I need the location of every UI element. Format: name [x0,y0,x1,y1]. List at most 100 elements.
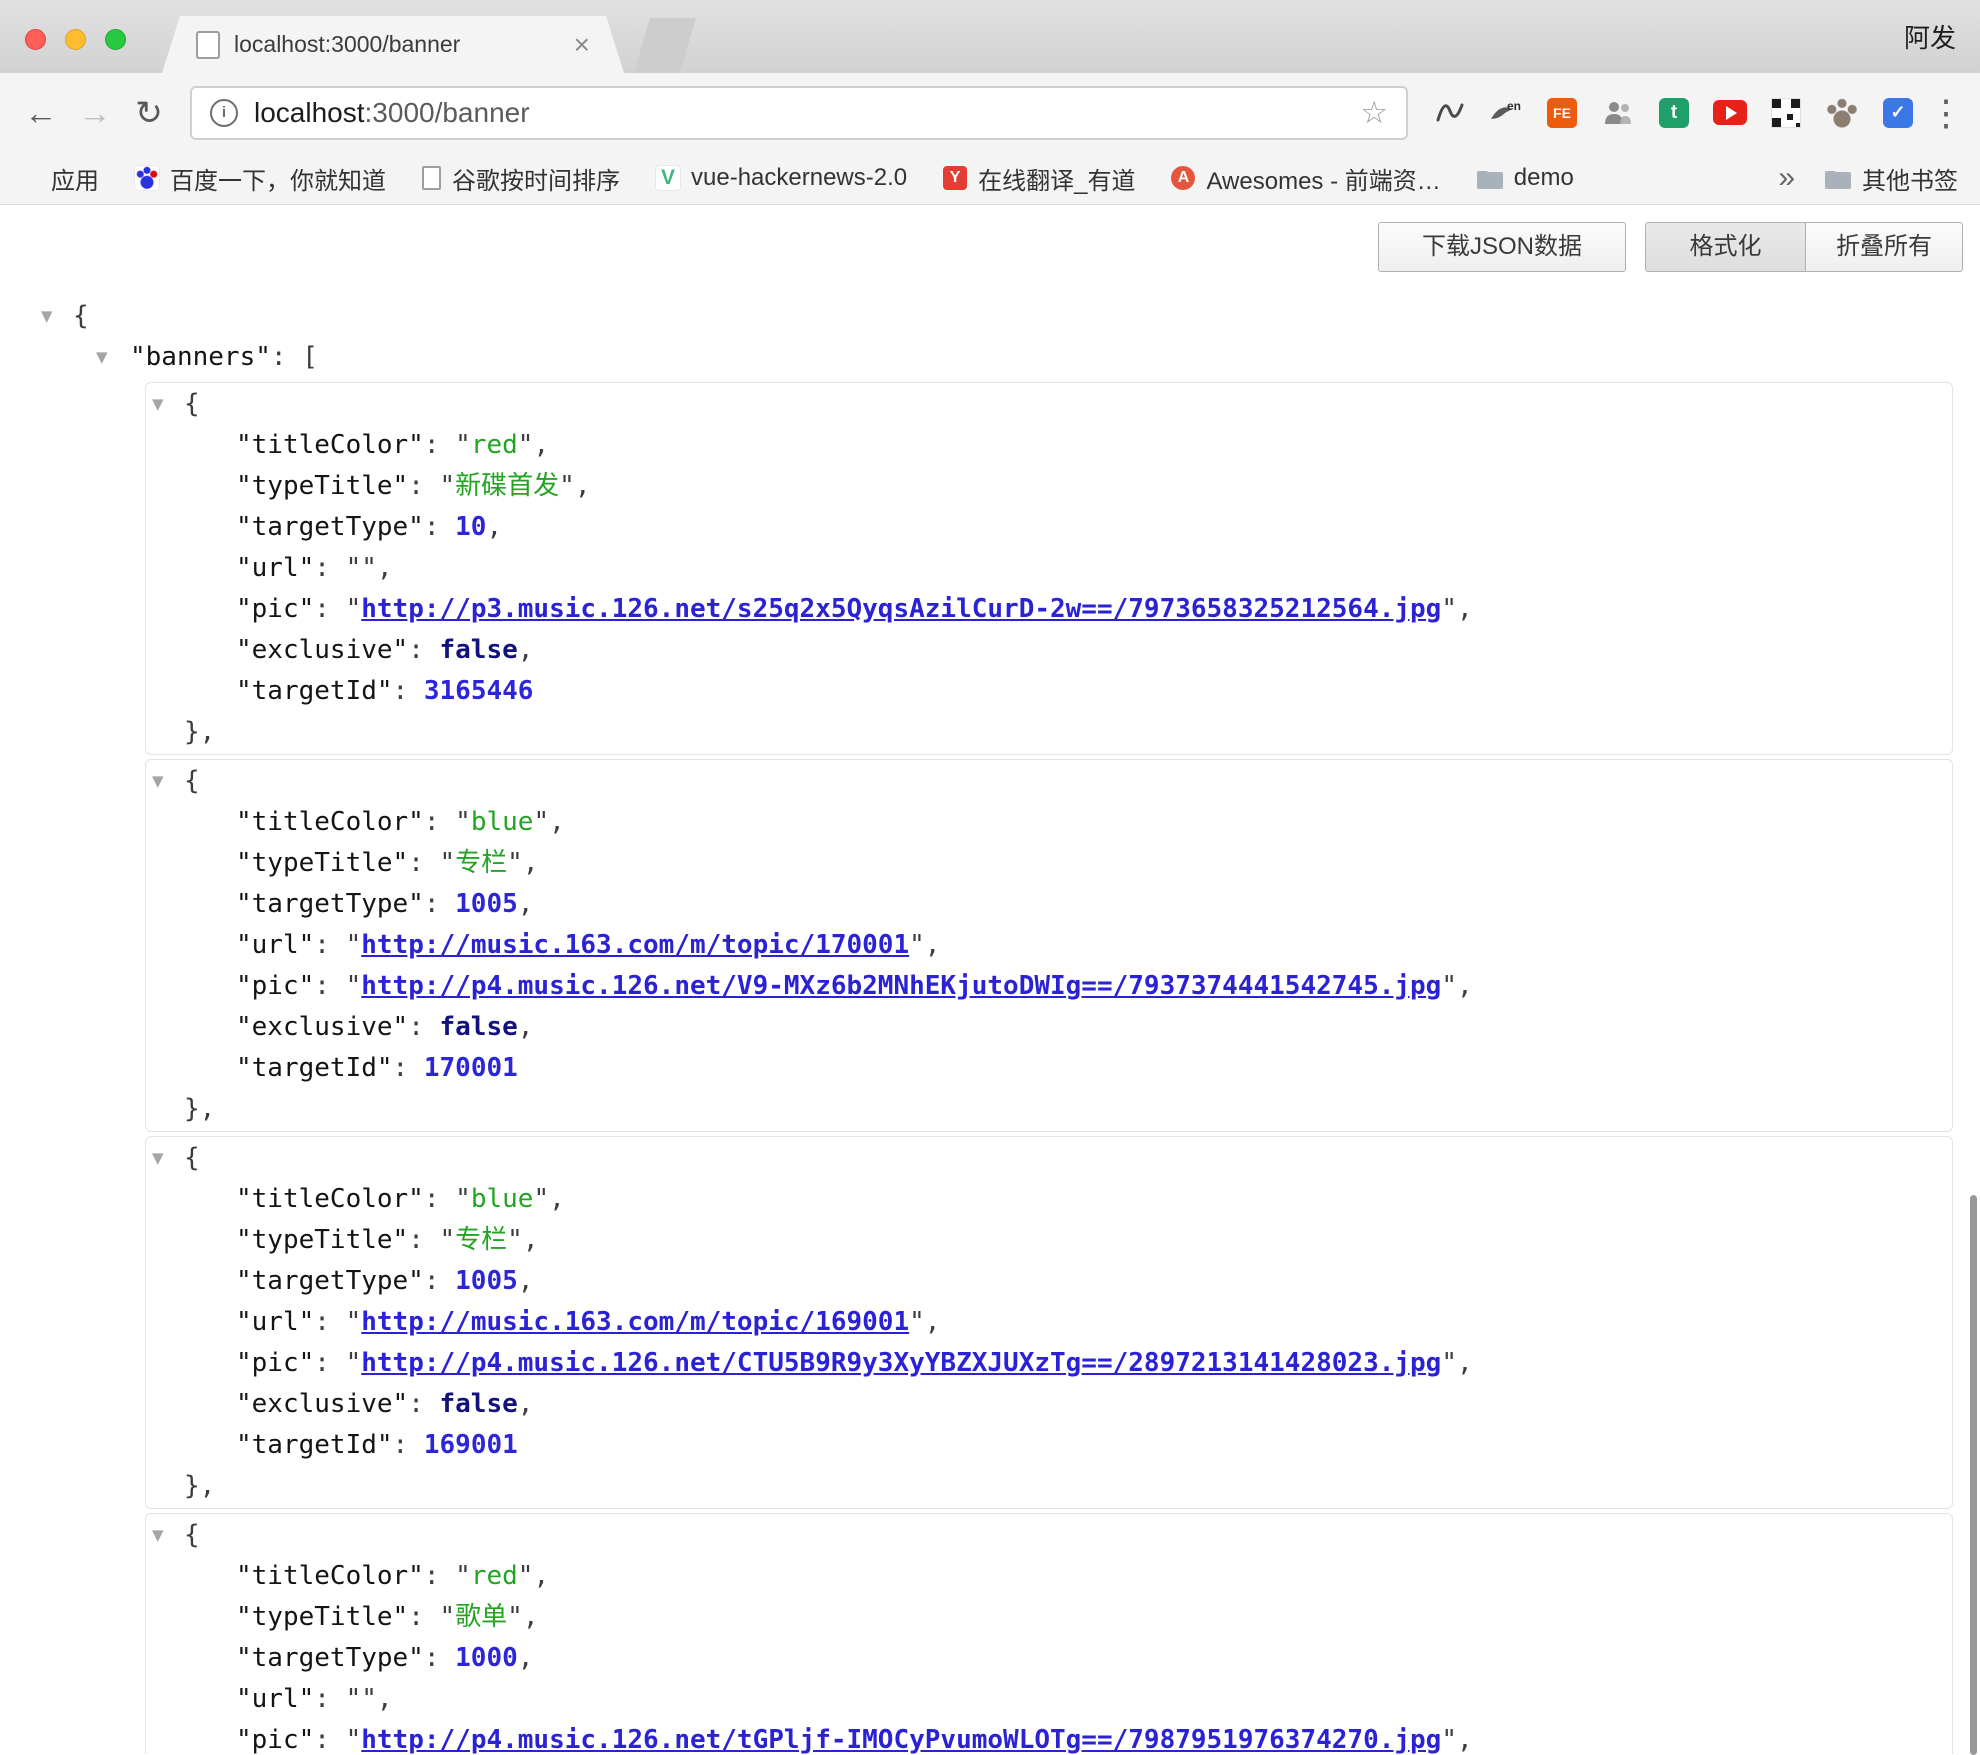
url-text: localhost:3000/banner [254,97,530,129]
json-url-link[interactable]: http://music.163.com/m/topic/169001 [361,1307,909,1337]
json-line: "typeTitle": "专栏", [146,843,1952,884]
json-url-link[interactable]: http://p3.music.126.net/s25q2x5QyqsAzilC… [361,594,1441,624]
qr-code-icon[interactable] [1758,86,1814,140]
json-key: "targetId" [236,1053,393,1083]
bookmark-star-icon[interactable]: ☆ [1360,95,1388,131]
json-line: "exclusive": false, [146,1007,1952,1048]
json-key: "targetType" [236,1266,424,1296]
bookmark-item[interactable]: Y在线翻译_有道 [943,161,1135,196]
pen-squiggle-icon[interactable] [1422,86,1478,140]
json-key: "url" [236,1684,314,1714]
json-string-value: 新碟首发 [455,471,559,501]
bookmark-item[interactable]: 谷歌按时间排序 [422,161,620,196]
paw-icon-art [1827,98,1857,128]
collapse-toggle-icon[interactable]: ▼ [41,296,53,337]
json-key: "titleColor" [236,1561,424,1591]
json-punctuation: , [523,848,539,878]
bookmarks-overflow-icon[interactable]: » [1778,161,1795,195]
json-punctuation: { [73,301,89,331]
other-bookmarks-folder[interactable]: 其他书签 [1825,161,1958,196]
bookmark-item[interactable]: 百度一下，你就知道 [135,161,386,196]
json-url-link[interactable]: http://p4.music.126.net/V9-MXz6b2MNhEKju… [361,971,1441,1001]
forward-button[interactable]: → [68,86,122,140]
json-key: "targetType" [236,512,424,542]
json-line: "titleColor": "blue", [146,1179,1952,1220]
json-punctuation: " [440,1225,456,1255]
new-tab-button[interactable] [634,18,696,73]
browser-tab[interactable]: localhost:3000/banner × [162,16,624,73]
json-url-link[interactable]: http://p4.music.126.net/CTU5B9R9y3XyYBZX… [361,1348,1441,1378]
json-number-value: 1005 [455,1266,518,1296]
json-punctuation: " [1441,1348,1457,1378]
json-punctuation: : [408,635,439,665]
collapse-toggle-icon[interactable]: ▼ [152,384,164,425]
youtube-icon[interactable] [1702,86,1758,140]
reload-button[interactable]: ↻ [122,86,176,140]
json-object-card: ▼{"titleColor": "blue","typeTitle": "专栏"… [145,759,1953,1132]
collapse-toggle-icon[interactable]: ▼ [152,1515,164,1556]
check-badge-icon[interactable]: ✓ [1870,86,1926,140]
back-button[interactable]: ← [14,86,68,140]
fe-icon[interactable]: FE [1534,86,1590,140]
download-json-button[interactable]: 下载JSON数据 [1378,222,1626,272]
page-favicon-icon [196,31,220,59]
bookmark-item[interactable]: 应用 [16,161,99,196]
json-url-link[interactable]: http://music.163.com/m/topic/170001 [361,930,909,960]
window-close-button[interactable] [25,29,46,50]
json-punctuation: : [314,930,345,960]
bookmark-item[interactable]: demo [1477,164,1574,192]
bookmark-item[interactable]: Vvue-hackernews-2.0 [656,164,907,192]
json-number-value: 1005 [455,889,518,919]
tab-close-icon[interactable]: × [574,31,590,59]
profile-name[interactable]: 阿发 [1904,0,1956,73]
json-line: "typeTitle": "歌单", [146,1597,1952,1638]
json-key: "pic" [236,594,314,624]
address-bar[interactable]: i localhost:3000/banner ☆ [190,86,1408,140]
json-url-link[interactable]: http://p4.music.126.net/tGPljf-IMOCyPvum… [361,1725,1441,1754]
json-punctuation: " [507,1602,523,1632]
browser-menu-icon[interactable]: ⋮ [1926,92,1966,134]
url-path: :3000/banner [365,97,530,128]
json-punctuation: " [518,1561,534,1591]
json-punctuation: , [549,807,565,837]
json-punctuation: , [533,430,549,460]
json-punctuation: : [314,1725,345,1754]
collapse-toggle-icon[interactable]: ▼ [152,1138,164,1179]
collapse-toggle-icon[interactable]: ▼ [152,761,164,802]
json-punctuation: : [424,512,455,542]
page-info-icon[interactable]: i [210,99,238,127]
format-button[interactable]: 格式化 [1645,222,1806,272]
json-key: "typeTitle" [236,471,408,501]
json-key: "banners" [130,342,271,372]
bookmarks-items: 应用 百度一下，你就知道 谷歌按时间排序 Vvue-hackernews-2.0 Y在线… [16,161,1610,196]
json-boolean-value: false [440,1389,518,1419]
bookmark-item[interactable]: AAwesomes - 前端资… [1171,161,1440,196]
bookmark-label: 谷歌按时间排序 [452,161,620,196]
json-punctuation: " [1441,594,1457,624]
json-string-value: blue [471,1184,534,1214]
svg-text:en: en [1507,99,1521,113]
json-punctuation: " [346,594,362,624]
json-punctuation: : [424,430,455,460]
window-minimize-button[interactable] [65,29,86,50]
json-key: "typeTitle" [236,1602,408,1632]
json-punctuation: : [393,1430,424,1460]
json-punctuation: : [408,1389,439,1419]
json-line: "url": "http://music.163.com/m/topic/170… [146,925,1952,966]
json-punctuation: }, [184,717,215,747]
translate-en-icon[interactable]: en [1478,86,1534,140]
json-punctuation: : [424,1266,455,1296]
paw-icon[interactable] [1814,86,1870,140]
scrollbar-thumb[interactable] [1970,1195,1977,1755]
json-key: "pic" [236,971,314,1001]
people-icon[interactable] [1590,86,1646,140]
json-punctuation: { [184,766,200,796]
collapse-all-button[interactable]: 折叠所有 [1805,222,1963,272]
collapse-toggle-icon[interactable]: ▼ [96,337,108,378]
green-t-icon[interactable]: t [1646,86,1702,140]
window-zoom-button[interactable] [105,29,126,50]
json-line: "targetType": 1000, [146,1638,1952,1679]
json-punctuation: , [518,1643,534,1673]
json-punctuation: , [1457,594,1473,624]
json-punctuation: , [523,1602,539,1632]
